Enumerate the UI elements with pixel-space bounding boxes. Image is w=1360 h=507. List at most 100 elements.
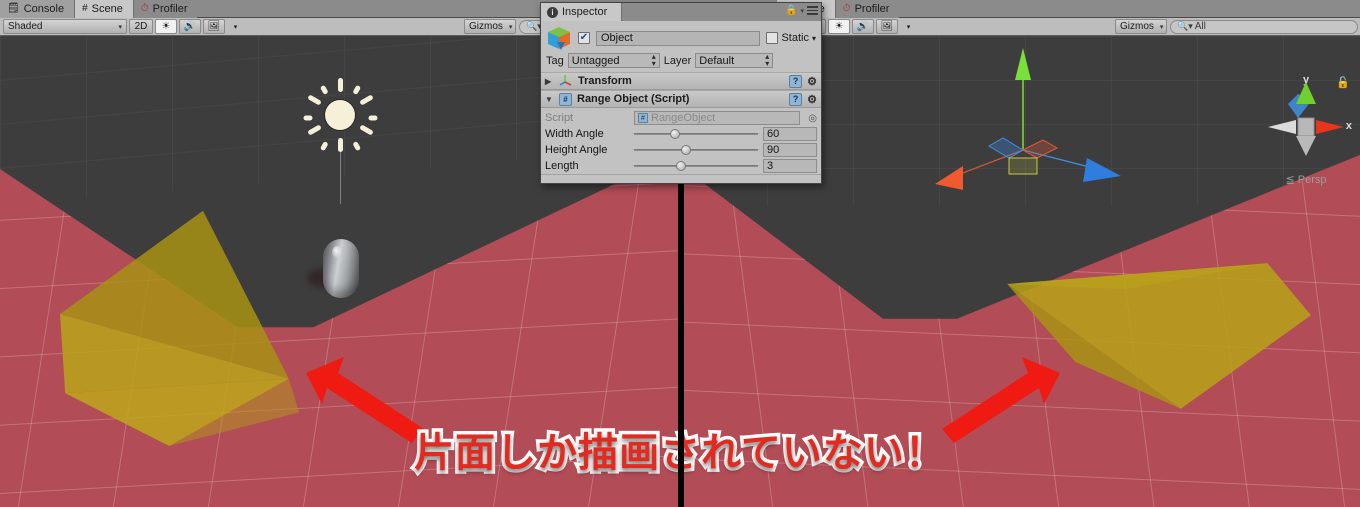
speaker-icon: 🔊 — [856, 21, 870, 32]
axis-cone-z[interactable] — [1083, 158, 1121, 182]
chevron-down-icon[interactable]: ▾ — [812, 34, 816, 43]
gear-icon[interactable]: ⚙ — [807, 93, 817, 106]
slider-knob[interactable] — [681, 145, 692, 155]
inspector-tab-tools: 🔒 ▾ — [785, 5, 818, 16]
gizmos-dropdown[interactable]: Gizmos ▾ — [464, 19, 516, 34]
tag-value: Untagged — [571, 54, 620, 67]
directional-light-gizmo-left[interactable] — [303, 78, 378, 204]
audio-toggle-button[interactable]: 🔊 — [179, 19, 201, 34]
sun-ray — [307, 124, 322, 136]
tab-label: Inspector — [562, 6, 608, 18]
gizmos-dropdown-right[interactable]: Gizmos ▾ — [1115, 19, 1167, 34]
height-angle-input[interactable]: 90 — [763, 143, 817, 157]
gizmo-center-cube[interactable] — [1297, 117, 1315, 137]
plane-handle-yz[interactable] — [1008, 157, 1038, 175]
inspector-window[interactable]: i Inspector 🔒 ▾ ✔ Object Static ▾ Tag Un… — [540, 2, 822, 184]
property-label: Length — [545, 160, 579, 172]
help-book-icon[interactable]: ? — [789, 92, 803, 106]
layer-dropdown[interactable]: Default ▴ ▾ — [695, 53, 774, 68]
plane-handle-xz[interactable] — [988, 137, 1024, 159]
width-angle-slider[interactable] — [634, 127, 758, 141]
gizmo-axis-cones[interactable] — [1260, 82, 1352, 162]
height-angle-value: 90 — [767, 144, 780, 156]
script-object-field[interactable]: # RangeObject — [634, 111, 801, 125]
static-toggle-group[interactable]: Static ▾ — [766, 32, 816, 44]
plane-handle-xy[interactable] — [1021, 139, 1059, 159]
sun-ray — [368, 115, 378, 121]
object-enabled-checkbox[interactable]: ✔ — [578, 32, 590, 44]
gizmo-cone-y-pos[interactable] — [1296, 82, 1316, 104]
object-name-value: Object — [601, 32, 633, 44]
scene-orientation-gizmo[interactable]: 🔓 y x ≦ Persp — [1260, 74, 1352, 186]
tab-scene[interactable]: # Scene — [75, 0, 134, 18]
slider-track — [634, 133, 758, 135]
component-header-transform[interactable]: ▶ Transform ? ⚙ — [541, 72, 821, 90]
layer-value: Default — [699, 54, 735, 67]
csharp-script-icon: # — [559, 92, 572, 106]
hamburger-icon[interactable] — [807, 6, 818, 15]
height-angle-slider[interactable] — [634, 143, 758, 157]
toggle-2d-button[interactable]: 2D — [129, 19, 153, 34]
stopwatch-icon: ⏱ — [140, 3, 149, 14]
tag-layer-row: Tag Untagged ▴ ▾ Layer Default ▴ ▾ — [541, 53, 821, 72]
sun-ray — [319, 140, 329, 152]
gear-icon[interactable]: ⚙ — [807, 75, 817, 88]
tab-profiler-right[interactable]: ⏱ Profiler — [835, 0, 900, 18]
object-picker-icon[interactable]: ◎ — [808, 113, 817, 124]
tab-inspector[interactable]: i Inspector — [541, 3, 623, 21]
speaker-icon: 🔊 — [183, 21, 197, 32]
fx-toggle-button-right[interactable]: 🖼 — [876, 19, 898, 34]
axis-cone-x[interactable] — [935, 166, 963, 190]
static-checkbox[interactable] — [766, 32, 779, 44]
sun-ray — [338, 138, 343, 152]
gizmo-cone-x-pos[interactable] — [1316, 120, 1344, 134]
component-title: Range Object (Script) — [577, 93, 690, 105]
sun-ray — [338, 78, 343, 92]
magnifier-icon: 🔍▾ — [1177, 21, 1193, 31]
lighting-toggle-button[interactable]: ☀ — [155, 19, 177, 34]
component-header-range-object[interactable]: ▼ # Range Object (Script) ? ⚙ — [541, 90, 821, 108]
slider-knob[interactable] — [676, 161, 687, 171]
sun-ray — [303, 115, 313, 121]
csharp-script-icon: # — [638, 113, 648, 123]
tab-console[interactable]: 🗒 Console — [0, 0, 76, 18]
unity-editor-screenshot: 🗒 Console # Scene ⏱ Profiler Shaded ▾ 2D — [0, 0, 1360, 507]
foldout-arrow-icon[interactable]: ▼ — [545, 95, 554, 104]
audio-toggle-button-right[interactable]: 🔊 — [852, 19, 874, 34]
property-row-height-angle: Height Angle 90 — [541, 142, 821, 158]
fx-toggle-button[interactable]: 🖼 — [203, 19, 225, 34]
foldout-arrow-icon[interactable]: ▶ — [545, 77, 554, 86]
scene-search-input-right[interactable]: 🔍▾ All — [1170, 19, 1358, 34]
checkmark-icon: ✔ — [579, 32, 589, 43]
draw-mode-dropdown[interactable]: Shaded ▾ — [3, 19, 127, 34]
chevron-down-icon: ▾ — [1159, 23, 1164, 31]
tag-dropdown[interactable]: Untagged ▴ ▾ — [567, 53, 660, 68]
draw-mode-label: Shaded — [8, 21, 43, 32]
length-input[interactable]: 3 — [763, 159, 817, 173]
sun-icon: ☀ — [834, 21, 844, 32]
object-name-input[interactable]: Object — [596, 30, 761, 46]
slider-knob[interactable] — [669, 129, 680, 139]
transform-move-gizmo[interactable] — [911, 48, 1171, 314]
script-value: RangeObject — [651, 112, 716, 124]
lighting-toggle-button-right[interactable]: ☀ — [828, 19, 850, 34]
sun-ray — [359, 94, 374, 106]
fx-dropdown-button[interactable]: ▾ — [227, 19, 244, 34]
length-slider[interactable] — [634, 159, 758, 173]
image-icon: 🖼 — [207, 21, 221, 32]
slider-track — [634, 149, 758, 151]
static-label: Static — [781, 32, 809, 44]
help-book-icon[interactable]: ? — [789, 74, 803, 88]
inspector-footer — [541, 174, 821, 178]
property-row-script: Script # RangeObject ◎ — [541, 110, 821, 126]
gizmo-cone-x-neg[interactable] — [1268, 120, 1296, 134]
padlock-icon[interactable]: 🔒 — [785, 5, 797, 16]
gizmo-cone-y-neg[interactable] — [1296, 136, 1316, 156]
chevron-down-icon: ▾ — [233, 23, 238, 31]
tab-label: Profiler — [152, 2, 188, 15]
tab-profiler[interactable]: ⏱ Profiler — [133, 0, 198, 18]
capsule-object-left[interactable] — [323, 239, 359, 298]
width-angle-input[interactable]: 60 — [763, 127, 817, 141]
gizmo-projection-label[interactable]: ≦ Persp — [1260, 173, 1352, 186]
fx-dropdown-button-right[interactable]: ▾ — [900, 19, 917, 34]
